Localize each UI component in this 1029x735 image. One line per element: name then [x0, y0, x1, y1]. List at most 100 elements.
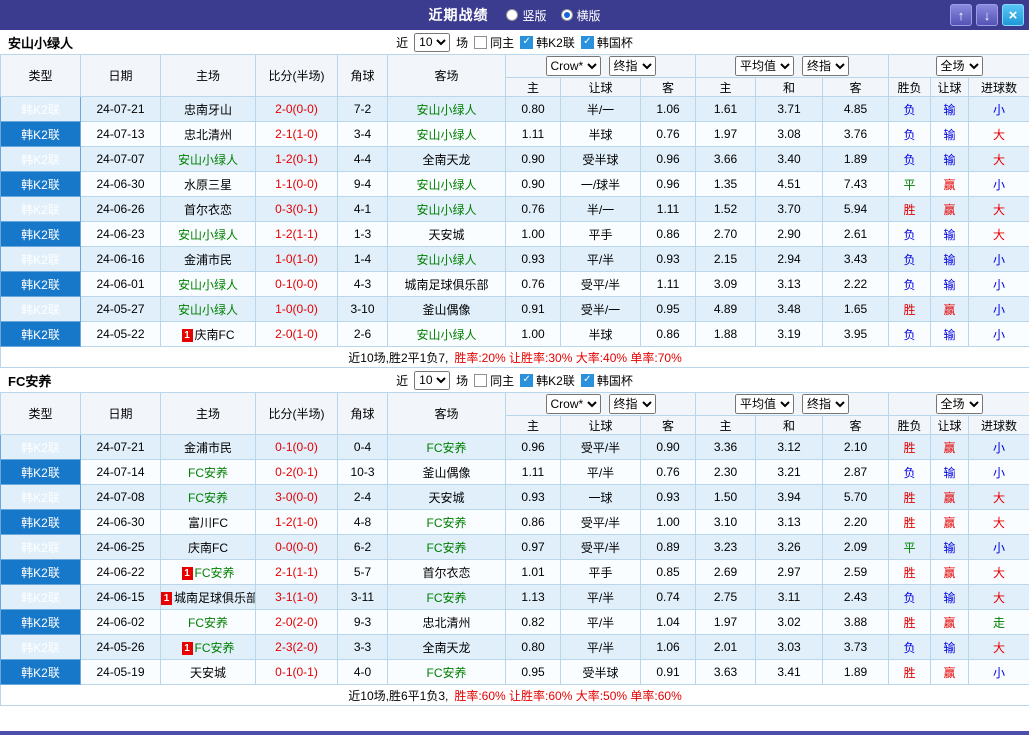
odds-handicap-cell: 平/半: [560, 459, 641, 485]
home-team-cell: 富川FC: [160, 509, 256, 535]
match-count-select[interactable]: 10: [414, 370, 451, 390]
result-winlose-cell: 负: [888, 121, 932, 147]
away-team-cell: FC安养: [387, 659, 506, 685]
result-handicap-cell: 输: [930, 634, 970, 660]
team-name: FC安养: [426, 665, 467, 680]
avg-home-cell: 2.75: [695, 584, 757, 610]
move-down-button[interactable]: ↓: [976, 4, 998, 26]
checkbox-icon[interactable]: [474, 373, 488, 387]
score-cell: 2-3(2-0): [255, 634, 338, 660]
date-cell: 24-07-21: [80, 96, 161, 122]
header-col-type: 类型: [0, 392, 81, 435]
average-select[interactable]: 平均值: [735, 56, 795, 76]
league-cell: 韩K2联: [0, 221, 81, 247]
avg-home-cell: 3.36: [695, 434, 757, 460]
result-goals-cell: 小: [968, 534, 1029, 560]
checkbox-icon[interactable]: ✓: [580, 35, 594, 49]
odds-home-cell: 0.90: [505, 171, 561, 197]
home-team-cell: 忠南牙山: [160, 96, 256, 122]
date-cell: 24-05-22: [80, 321, 161, 347]
avg-home-cell: 3.66: [695, 146, 757, 172]
full-match-select[interactable]: 全场: [935, 394, 983, 414]
league-cell: 韩K2联: [0, 296, 81, 322]
away-team-cell: 全南天龙: [387, 634, 506, 660]
odds-home-cell: 0.76: [505, 196, 561, 222]
bookmaker-select[interactable]: Crow*: [545, 56, 601, 76]
result-goals-cell: 大: [968, 221, 1029, 247]
header-group-average: 平均值 终指: [695, 392, 890, 416]
result-handicap-cell: 赢: [930, 296, 970, 322]
team-label: 安山小绿人: [8, 35, 74, 51]
odds-home-cell: 0.93: [505, 484, 561, 510]
header-odds-home: 主: [505, 77, 561, 97]
odds-away-cell: 1.06: [639, 634, 697, 660]
result-goals-cell: 小: [968, 171, 1029, 197]
checkbox-k2-league[interactable]: ✓ 韩K2联: [520, 372, 575, 389]
move-up-button[interactable]: ↑: [950, 4, 972, 26]
radio-horizontal-layout[interactable]: 横版: [560, 7, 601, 24]
score-cell: 2-0(1-0): [255, 321, 338, 347]
result-handicap-cell: 赢: [930, 484, 970, 510]
odds-home-cell: 0.91: [505, 296, 561, 322]
red-card-badge: 1: [181, 328, 193, 342]
team-name: 安山小绿人: [416, 202, 477, 217]
final-odds-select[interactable]: 终指: [802, 56, 850, 76]
avg-away-cell: 3.73: [822, 634, 890, 660]
match-count-select[interactable]: 10: [414, 32, 451, 52]
avg-draw-cell: 3.11: [755, 584, 824, 610]
final-odds-select[interactable]: 终指: [608, 394, 656, 414]
team-name: 安山小绿人: [177, 152, 238, 167]
date-cell: 24-06-26: [80, 196, 161, 222]
layout-radio-group: 竖版 横版: [506, 7, 601, 24]
team-label: FC安养: [8, 373, 52, 389]
full-match-select[interactable]: 全场: [935, 56, 983, 76]
date-cell: 24-06-01: [80, 271, 161, 297]
red-card-badge: 1: [161, 591, 172, 605]
score-cell: 0-3(0-1): [255, 196, 338, 222]
header-avg-draw: 和: [755, 415, 824, 435]
final-odds-select[interactable]: 终指: [608, 56, 656, 76]
match-row: 韩K2联 24-07-21 金浦市民 0-1(0-0) 0-4 FC安养 0.96 受平/半 0…: [0, 434, 1029, 460]
odds-away-cell: 1.11: [639, 196, 697, 222]
corners-cell: 2-4: [337, 484, 388, 510]
header-col-score: 比分(半场): [255, 392, 338, 435]
away-team-cell: FC安养: [387, 434, 506, 460]
avg-away-cell: 3.76: [822, 121, 890, 147]
average-select[interactable]: 平均值: [735, 394, 795, 414]
checkbox-same-home[interactable]: 同主: [474, 372, 514, 389]
checkbox-icon[interactable]: ✓: [520, 35, 534, 49]
result-goals-cell: 小: [968, 271, 1029, 297]
corners-cell: 3-4: [337, 121, 388, 147]
checkbox-korean-cup[interactable]: ✓ 韩国杯: [580, 34, 633, 51]
header-result-goals: 进球数: [968, 415, 1029, 435]
checkbox-icon[interactable]: [474, 35, 488, 49]
result-winlose-cell: 负: [888, 221, 932, 247]
bookmaker-select[interactable]: Crow*: [545, 394, 601, 414]
league-cell: 韩K2联: [0, 434, 81, 460]
avg-draw-cell: 3.13: [755, 271, 824, 297]
result-goals-cell: 小: [968, 434, 1029, 460]
odds-home-cell: 0.95: [505, 659, 561, 685]
date-cell: 24-05-19: [80, 659, 161, 685]
checkbox-k2-league[interactable]: ✓ 韩K2联: [520, 34, 575, 51]
home-team-cell: FC安养: [160, 484, 256, 510]
odds-away-cell: 1.04: [639, 609, 697, 635]
odds-away-cell: 0.93: [639, 484, 697, 510]
radio-icon[interactable]: [560, 9, 573, 21]
odds-handicap-cell: 受平/半: [560, 434, 641, 460]
final-odds-select[interactable]: 终指: [802, 394, 850, 414]
close-button[interactable]: ×: [1002, 4, 1024, 26]
checkbox-icon[interactable]: ✓: [580, 373, 594, 387]
result-winlose-cell: 胜: [888, 196, 932, 222]
checkbox-korean-cup[interactable]: ✓ 韩国杯: [580, 372, 633, 389]
team-name: 安山小绿人: [416, 177, 477, 192]
odds-handicap-cell: 受半/一: [560, 296, 641, 322]
checkbox-same-home[interactable]: 同主: [474, 34, 514, 51]
checkbox-icon[interactable]: ✓: [520, 373, 534, 387]
radio-icon[interactable]: [506, 9, 519, 21]
header-group-result: 全场: [888, 54, 1029, 78]
corners-cell: 2-6: [337, 321, 388, 347]
filter-bar: 近 10 场同主 ✓ 韩K2联 ✓ 韩国杯: [396, 32, 633, 52]
radio-vertical-layout[interactable]: 竖版: [506, 7, 547, 24]
radio-label: 横版: [576, 8, 601, 23]
